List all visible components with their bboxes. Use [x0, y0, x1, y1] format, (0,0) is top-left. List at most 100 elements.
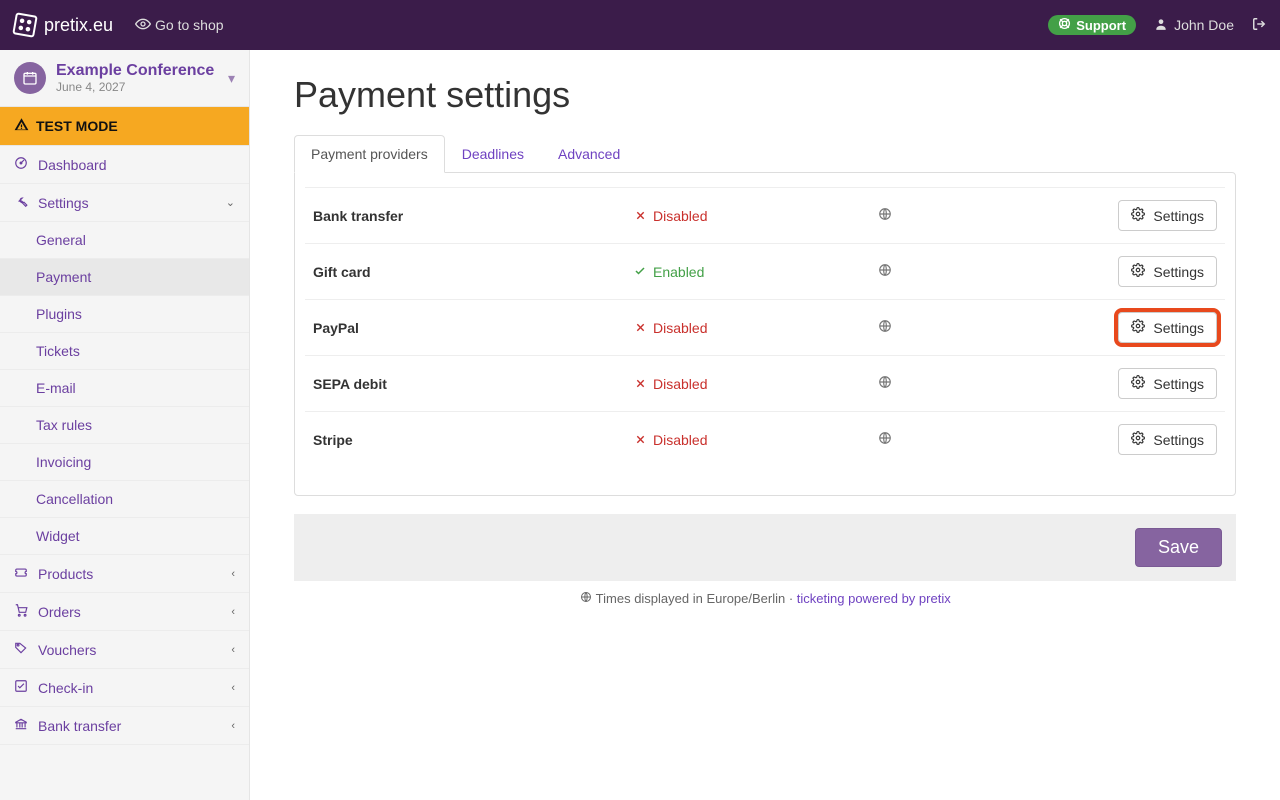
sidebar-sub-cancellation[interactable]: Cancellation: [0, 481, 249, 518]
provider-name: PayPal: [313, 320, 633, 336]
gear-icon: [1131, 319, 1145, 336]
save-button-label: Save: [1158, 537, 1199, 557]
provider-name: Bank transfer: [313, 208, 633, 224]
gear-icon: [1131, 207, 1145, 224]
cart-icon: [14, 603, 28, 620]
providers-panel: Bank transferDisabledSettingsGift cardEn…: [294, 172, 1236, 496]
tab-label: Payment providers: [311, 146, 428, 162]
provider-settings-button[interactable]: Settings: [1118, 424, 1217, 455]
lifebuoy-icon: [1058, 17, 1071, 33]
gear-icon: [1131, 263, 1145, 280]
tab-providers[interactable]: Payment providers: [294, 135, 445, 173]
user-name: John Doe: [1174, 17, 1234, 33]
sidebar-item-checkin[interactable]: Check-in ‹: [0, 669, 249, 707]
tab-advanced[interactable]: Advanced: [541, 135, 637, 173]
chevron-down-icon: ⌄: [226, 196, 235, 209]
check-icon: [633, 264, 647, 280]
top-navbar: pretix.eu Go to shop Support John Doe: [0, 0, 1280, 50]
x-icon: [633, 208, 647, 224]
save-button[interactable]: Save: [1135, 528, 1222, 567]
sidebar-item-label: Tax rules: [36, 417, 92, 433]
sidebar-item-label: Orders: [38, 604, 81, 620]
go-to-shop-label: Go to shop: [155, 17, 224, 33]
sidebar-item-banktransfer[interactable]: Bank transfer ‹: [0, 707, 249, 745]
gear-icon: [1131, 375, 1145, 392]
status-label: Disabled: [653, 320, 707, 336]
sidebar-item-products[interactable]: Products ‹: [0, 555, 249, 593]
settings-button-label: Settings: [1153, 320, 1204, 336]
logout-button[interactable]: [1252, 17, 1266, 34]
sidebar-item-dashboard[interactable]: Dashboard: [0, 146, 249, 184]
footer-powered-link[interactable]: ticketing powered by pretix: [797, 591, 951, 606]
provider-row: Gift cardEnabledSettings: [305, 243, 1225, 299]
settings-button-label: Settings: [1153, 376, 1204, 392]
x-icon: [633, 320, 647, 336]
sidebar-item-label: Dashboard: [38, 157, 107, 173]
provider-settings-button[interactable]: Settings: [1118, 200, 1217, 231]
caret-down-icon: ▾: [228, 70, 235, 87]
brand-text: pretix.eu: [44, 15, 113, 36]
status-label: Disabled: [653, 376, 707, 392]
brand[interactable]: pretix.eu: [14, 14, 113, 36]
chevron-left-icon: ‹: [231, 568, 235, 580]
provider-settings-button[interactable]: Settings: [1118, 256, 1217, 287]
sidebar-sub-general[interactable]: General: [0, 222, 249, 259]
sidebar-sub-widget[interactable]: Widget: [0, 518, 249, 555]
support-button[interactable]: Support: [1048, 15, 1136, 35]
sidebar-sub-tax[interactable]: Tax rules: [0, 407, 249, 444]
page-title: Payment settings: [294, 74, 1236, 116]
bank-icon: [14, 717, 28, 734]
provider-row: PayPal Disabled Settings: [305, 299, 1225, 355]
settings-button-label: Settings: [1153, 432, 1204, 448]
wrench-icon: [14, 194, 28, 211]
sidebar-item-label: Plugins: [36, 306, 82, 322]
provider-name: Stripe: [313, 432, 633, 448]
status-disabled: Disabled: [633, 432, 878, 448]
footer: Times displayed in Europe/Berlin · ticke…: [294, 591, 1236, 606]
globe-icon: [878, 263, 892, 280]
support-label: Support: [1076, 18, 1126, 33]
event-title: Example Conference: [56, 62, 214, 80]
chevron-left-icon: ‹: [231, 682, 235, 694]
gear-icon: [1131, 431, 1145, 448]
test-mode-label: TEST MODE: [36, 118, 118, 134]
sidebar-sub-tickets[interactable]: Tickets: [0, 333, 249, 370]
status-disabled: Disabled: [633, 376, 878, 392]
sidebar-sub-payment[interactable]: Payment: [0, 259, 249, 296]
sidebar-item-label: Settings: [38, 195, 89, 211]
globe-icon: [579, 591, 592, 606]
provider-settings-button[interactable]: Settings: [1118, 368, 1217, 399]
status-enabled: Enabled: [633, 264, 878, 280]
ticket-icon: [14, 565, 28, 582]
tab-deadlines[interactable]: Deadlines: [445, 135, 541, 173]
x-icon: [633, 432, 647, 448]
user-menu[interactable]: John Doe: [1154, 17, 1234, 34]
provider-row: Bank transferDisabledSettings: [305, 187, 1225, 243]
check-square-icon: [14, 679, 28, 696]
sidebar-sub-plugins[interactable]: Plugins: [0, 296, 249, 333]
sidebar-item-orders[interactable]: Orders ‹: [0, 593, 249, 631]
save-bar: Save: [294, 514, 1236, 581]
sidebar-item-settings[interactable]: Settings ⌄: [0, 184, 249, 222]
footer-tz: Times displayed in Europe/Berlin: [596, 591, 786, 606]
tab-label: Advanced: [558, 146, 620, 162]
globe-icon: [878, 319, 892, 336]
sidebar: Example Conference June 4, 2027 ▾ TEST M…: [0, 50, 250, 800]
sidebar-item-label: E-mail: [36, 380, 76, 396]
warning-icon: [14, 117, 28, 135]
sidebar-item-label: Cancellation: [36, 491, 113, 507]
chevron-left-icon: ‹: [231, 644, 235, 656]
provider-row: Stripe Disabled Settings: [305, 411, 1225, 467]
status-label: Disabled: [653, 432, 707, 448]
sidebar-item-vouchers[interactable]: Vouchers ‹: [0, 631, 249, 669]
sidebar-sub-invoicing[interactable]: Invoicing: [0, 444, 249, 481]
sidebar-sub-email[interactable]: E-mail: [0, 370, 249, 407]
provider-settings-button[interactable]: Settings: [1118, 312, 1217, 343]
settings-button-label: Settings: [1153, 264, 1204, 280]
eye-icon: [135, 16, 149, 35]
sidebar-item-label: Tickets: [36, 343, 80, 359]
go-to-shop-link[interactable]: Go to shop: [135, 16, 224, 35]
main-content: Payment settings Payment providers Deadl…: [250, 50, 1280, 800]
sidebar-item-label: Invoicing: [36, 454, 91, 470]
event-switcher[interactable]: Example Conference June 4, 2027 ▾: [0, 50, 249, 107]
